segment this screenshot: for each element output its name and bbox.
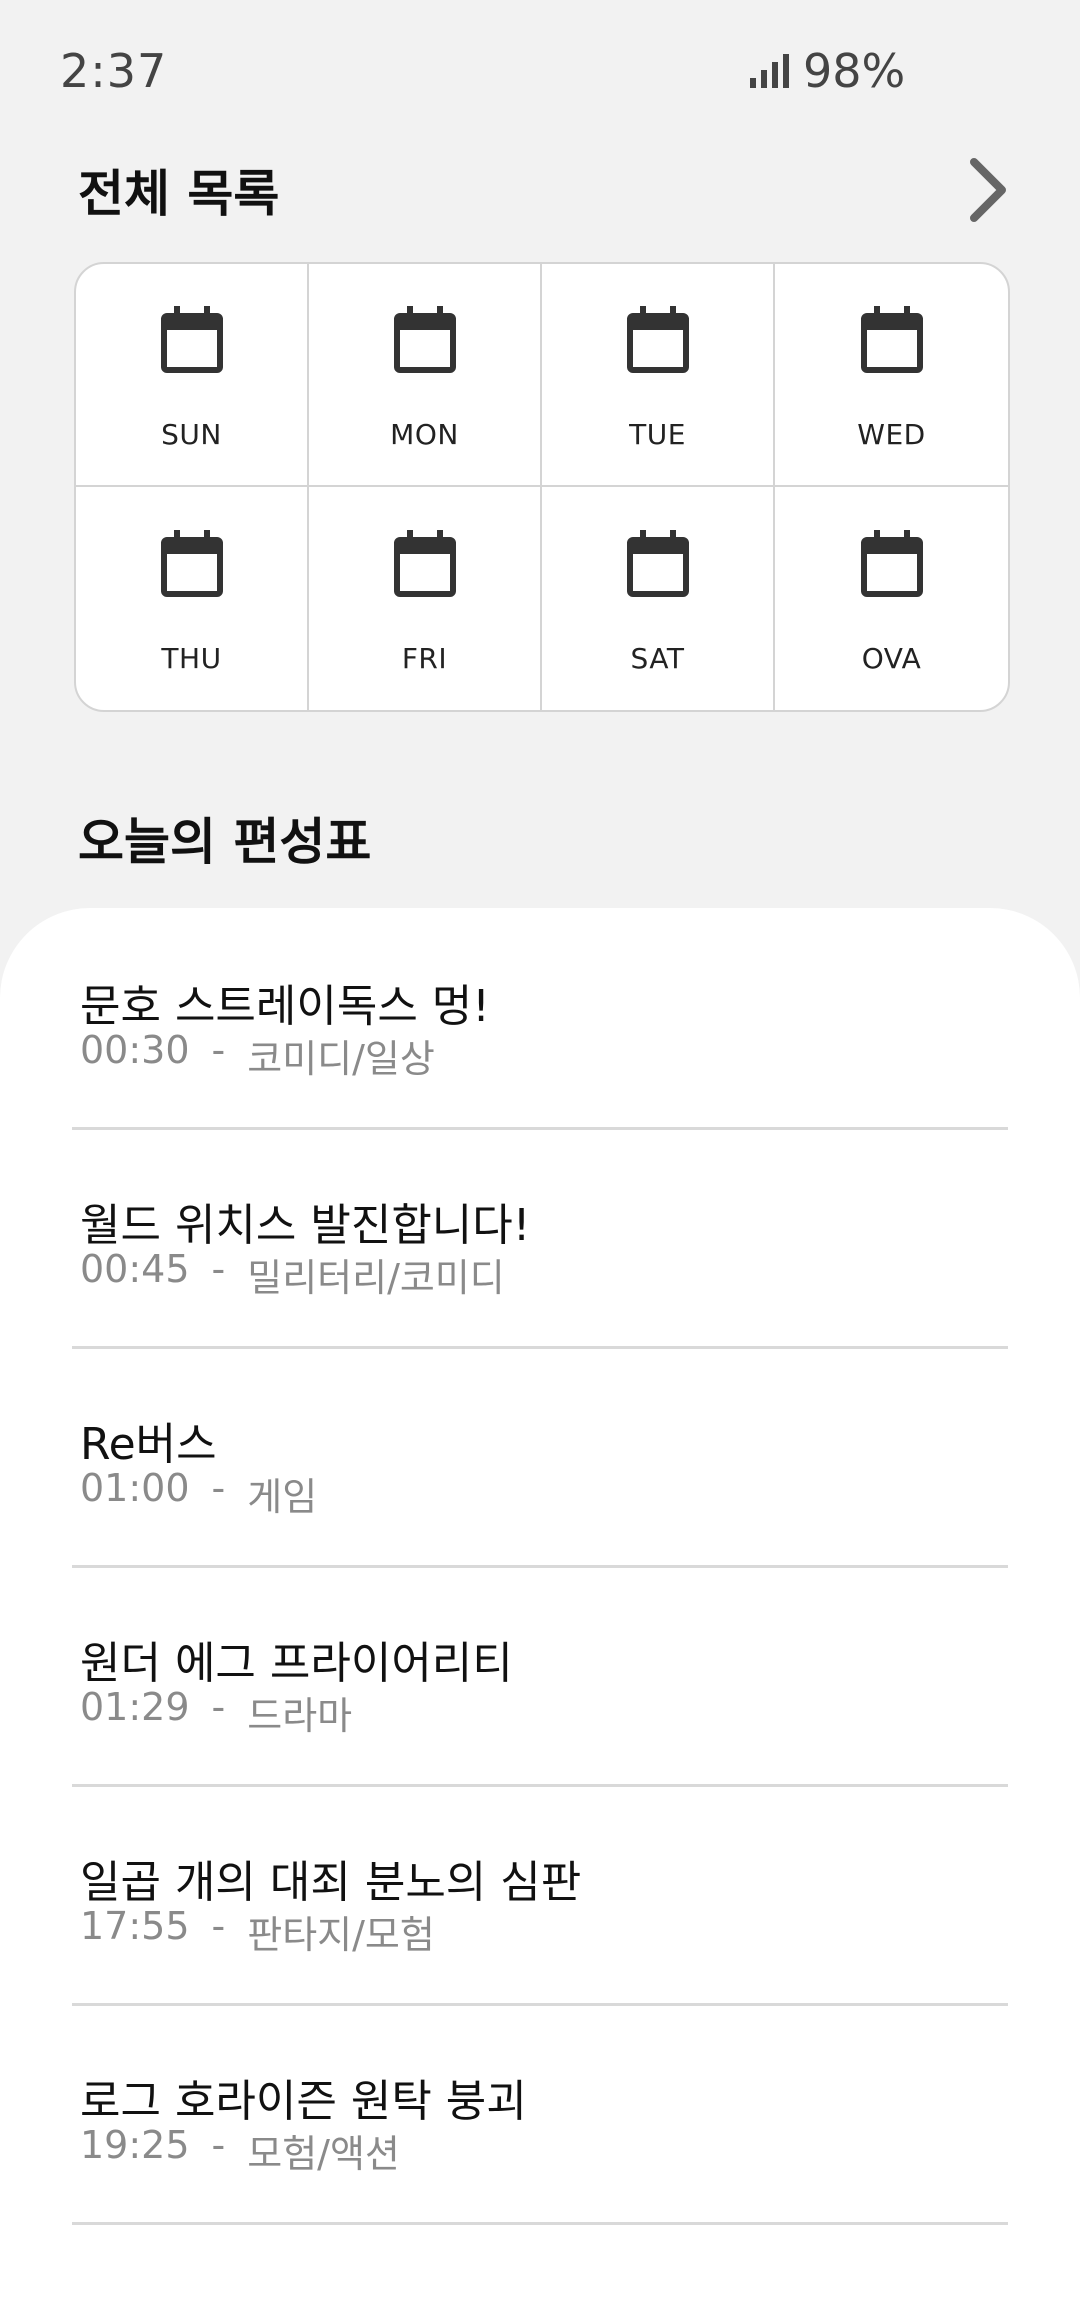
day-label: MON <box>390 418 459 451</box>
program-title: 원더 에그 프라이어리티 <box>80 1638 513 1689</box>
program-genre: 코미디/일상 <box>247 1037 435 1081</box>
day-cell-tue[interactable]: TUE <box>542 264 775 487</box>
separator: - <box>211 1247 226 1291</box>
calendar-icon <box>860 306 923 373</box>
program-genre: 드라마 <box>247 1694 353 1738</box>
program-meta: 01:29 - 드라마 <box>80 1685 352 1740</box>
day-label: WED <box>857 418 926 451</box>
day-cell-sun[interactable]: SUN <box>76 264 309 487</box>
program-time: 01:00 <box>80 1466 190 1510</box>
separator: - <box>211 1028 226 1072</box>
day-cell-mon[interactable]: MON <box>309 264 542 487</box>
program-meta: 17:55 - 판타지/모험 <box>80 1904 435 1959</box>
separator: - <box>211 1904 226 1948</box>
status-indicators: 98% <box>750 44 905 98</box>
program-item[interactable]: 문호 스트레이독스 멍! 00:30 - 코미디/일상 <box>72 908 1008 1130</box>
program-title: 로그 호라이즌 원탁 붕괴 <box>80 2076 527 2127</box>
program-meta: 01:00 - 게임 <box>80 1466 317 1521</box>
program-meta: 19:25 - 모험/액션 <box>80 2123 400 2178</box>
program-title: 월드 위치스 발진합니다! <box>80 1200 531 1251</box>
day-cell-wed[interactable]: WED <box>775 264 1008 487</box>
program-item[interactable]: 로그 호라이즌 원탁 붕괴 19:25 - 모험/액션 <box>72 2003 1008 2225</box>
calendar-icon <box>393 530 456 597</box>
day-label: FRI <box>401 642 448 675</box>
separator: - <box>211 1685 226 1729</box>
full-list-header: 전체 목록 <box>78 150 1018 230</box>
program-title: Re버스 <box>80 1419 217 1470</box>
today-title: 오늘의 편성표 <box>78 813 372 871</box>
today-header: 오늘의 편성표 <box>78 802 1018 874</box>
status-time: 2:37 <box>60 44 168 98</box>
signal-icon <box>750 54 789 88</box>
status-bar: 2:37 98% <box>0 0 1080 140</box>
calendar-icon <box>393 306 456 373</box>
program-title: 문호 스트레이독스 멍! <box>80 981 490 1032</box>
calendar-icon <box>860 530 923 597</box>
chevron-right-icon[interactable] <box>958 150 1018 230</box>
calendar-icon <box>160 306 223 373</box>
program-genre: 판타지/모험 <box>247 1913 435 1957</box>
program-item[interactable]: Re버스 01:00 - 게임 <box>72 1346 1008 1568</box>
program-time: 19:25 <box>80 2123 190 2167</box>
day-cell-fri[interactable]: FRI <box>309 487 542 710</box>
calendar-icon <box>626 530 689 597</box>
calendar-icon <box>160 530 223 597</box>
calendar-icon <box>626 306 689 373</box>
day-cell-ova[interactable]: OVA <box>775 487 1008 710</box>
program-genre: 게임 <box>247 1475 318 1519</box>
program-meta: 00:45 - 밀리터리/코미디 <box>80 1247 505 1302</box>
program-item[interactable]: 월드 위치스 발진합니다! 00:45 - 밀리터리/코미디 <box>72 1127 1008 1349</box>
separator: - <box>211 1466 226 1510</box>
program-time: 00:45 <box>80 1247 190 1291</box>
program-time: 17:55 <box>80 1904 190 1948</box>
program-title: 일곱 개의 대죄 분노의 심판 <box>80 1857 582 1908</box>
battery-percentage: 98% <box>803 44 906 98</box>
program-item[interactable]: 일곱 개의 대죄 분노의 심판 17:55 - 판타지/모험 <box>72 1784 1008 2006</box>
day-label: SUN <box>161 418 222 451</box>
program-genre: 밀리터리/코미디 <box>247 1256 505 1300</box>
program-time: 01:29 <box>80 1685 190 1729</box>
day-label: TUE <box>629 418 686 451</box>
full-list-title: 전체 목록 <box>78 165 280 223</box>
day-cell-sat[interactable]: SAT <box>542 487 775 710</box>
separator: - <box>211 2123 226 2167</box>
day-cell-thu[interactable]: THU <box>76 487 309 710</box>
program-time: 00:30 <box>80 1028 190 1072</box>
program-meta: 00:30 - 코미디/일상 <box>80 1028 435 1083</box>
day-label: SAT <box>630 642 685 675</box>
day-label: THU <box>161 642 222 675</box>
program-item[interactable]: 원더 에그 프라이어리티 01:29 - 드라마 <box>72 1565 1008 1787</box>
day-label: OVA <box>861 642 922 675</box>
day-grid: SUN MON TUE WED THU FRI SAT OVA <box>74 262 1010 712</box>
schedule-list: 문호 스트레이독스 멍! 00:30 - 코미디/일상 월드 위치스 발진합니다… <box>0 908 1080 2308</box>
program-genre: 모험/액션 <box>247 2132 400 2176</box>
